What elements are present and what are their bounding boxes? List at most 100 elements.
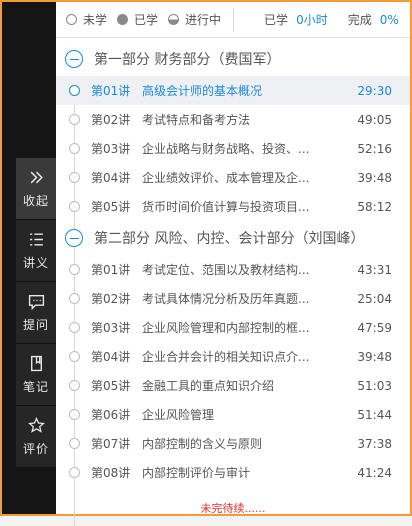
progress-circle-icon: [69, 351, 80, 362]
progress-circle-icon: [69, 172, 80, 183]
rate-label: 评价: [22, 441, 49, 456]
lecture-title: 企业战略与财务战略、投资、...: [142, 142, 310, 156]
progress-circle-icon: [69, 143, 80, 154]
lecture-number: 第05讲: [91, 379, 131, 393]
learned-time-value: 0小时: [296, 13, 328, 27]
lecture-row[interactable]: 第01讲 考试定位、范围以及教材结构... 43:31: [56, 255, 410, 284]
lecture-number: 第03讲: [91, 142, 131, 156]
lecture-duration: 52:16: [357, 141, 392, 156]
progress-circle-icon: [69, 85, 80, 96]
progress-circle-icon: [69, 293, 80, 304]
lecture-title: 金融工具的重点知识介绍: [142, 379, 275, 393]
divider: [233, 7, 235, 32]
lecture-duration: 39:48: [357, 349, 392, 364]
lecture-number: 第08讲: [91, 466, 131, 480]
lecture-row[interactable]: 第04讲 企业合并会计的相关知识点介... 39:48: [56, 342, 410, 371]
side-toolbar: 收起 讲义 提问 笔记 评价: [16, 158, 56, 468]
legend-learned: 已学: [117, 11, 158, 28]
lecture-number: 第02讲: [91, 292, 131, 306]
lecture-row[interactable]: 第01讲 高级会计师的基本概况 29:30: [56, 76, 410, 105]
lecture-title: 内部控制的含义与原则: [142, 437, 263, 451]
progress-circle-icon: [69, 322, 80, 333]
list-icon: [29, 232, 43, 246]
lecture-row[interactable]: 第02讲 考试具体情况分析及历年真题... 25:04: [56, 284, 410, 313]
lecture-title: 内部控制评价与审计: [142, 466, 251, 480]
half-circle-icon: [168, 14, 180, 25]
lecture-number: 第01讲: [91, 263, 131, 277]
lecture-notes-label: 讲义: [22, 255, 49, 270]
progress-circle-icon: [69, 114, 80, 125]
section-header[interactable]: 第一部分 财务部分（费国军）: [56, 42, 410, 76]
ask-question-button[interactable]: 提问: [16, 282, 56, 344]
legend-in-progress: 进行中: [168, 11, 221, 28]
legend-not-learned: 未学: [66, 11, 107, 28]
completion-value: 0%: [379, 12, 399, 27]
lecture-number: 第07讲: [91, 437, 131, 451]
note-icon: [30, 355, 42, 371]
lecture-notes-button[interactable]: 讲义: [16, 220, 56, 282]
collapse-section-icon[interactable]: [65, 50, 83, 68]
progress-circle-icon: [69, 201, 80, 212]
notes-button[interactable]: 笔记: [16, 344, 56, 406]
rate-button[interactable]: 评价: [16, 406, 56, 468]
lecture-title: 企业合并会计的相关知识点介...: [142, 350, 310, 364]
lecture-duration: 49:05: [357, 112, 392, 127]
left-sidebar: 收起 讲义 提问 笔记 评价: [2, 2, 56, 514]
lecture-list: 第一部分 财务部分（费国军） 第01讲 高级会计师的基本概况 29:30 第02…: [56, 38, 410, 526]
lecture-title: 考试具体情况分析及历年真题...: [142, 292, 310, 306]
lecture-duration: 25:04: [357, 291, 392, 306]
lecture-number: 第02讲: [91, 113, 131, 127]
progress-circle-icon: [69, 467, 80, 478]
lecture-number: 第05讲: [91, 200, 131, 214]
legend-label: 进行中: [185, 13, 222, 27]
completion-label: 完成: [347, 13, 372, 27]
lecture-row[interactable]: 第03讲 企业风险管理和内部控制的框... 47:59: [56, 313, 410, 342]
to-be-continued-note: 未完待续......: [200, 502, 266, 515]
collapse-button[interactable]: 收起: [16, 158, 56, 220]
star-icon: [27, 416, 45, 433]
filled-circle-icon: [117, 14, 129, 25]
lecture-duration: 51:44: [357, 407, 392, 422]
lecture-row[interactable]: 第02讲 考试特点和备考方法 49:05: [56, 105, 410, 134]
lecture-title: 企业风险管理和内部控制的框...: [142, 321, 310, 335]
ask-question-label: 提问: [22, 317, 49, 332]
progress-circle-icon: [69, 264, 80, 275]
lecture-row[interactable]: 第06讲 企业风险管理 51:44: [56, 400, 410, 429]
lecture-number: 第04讲: [91, 350, 131, 364]
lecture-row[interactable]: 第05讲 货币时间价值计算与投资项目... 58:12: [56, 192, 410, 221]
collapse-label: 收起: [22, 193, 49, 208]
lecture-duration: 58:12: [357, 199, 392, 214]
lecture-row[interactable]: 第07讲 内部控制的含义与原则 37:38: [56, 429, 410, 458]
learned-time-label: 已学: [264, 13, 289, 27]
lecture-duration: 43:31: [357, 262, 392, 277]
lecture-duration: 41:24: [357, 465, 392, 480]
section-title: 第二部分 风险、内控、会计部分（刘国峰）: [94, 231, 365, 247]
empty-circle-icon: [66, 14, 77, 25]
section-header[interactable]: 第二部分 风险、内控、会计部分（刘国峰）: [56, 221, 410, 255]
collapse-section-icon[interactable]: [65, 229, 83, 247]
progress-status-bar: 未学 已学 进行中 已学 0小时 完成 0%: [56, 2, 410, 38]
legend-label: 未学: [83, 13, 108, 27]
lecture-duration: 47:59: [357, 320, 392, 335]
lecture-duration: 39:48: [357, 170, 392, 185]
lecture-number: 第06讲: [91, 408, 131, 422]
lecture-title: 货币时间价值计算与投资项目...: [142, 200, 310, 214]
lecture-title: 考试定位、范围以及教材结构...: [142, 263, 310, 277]
lecture-number: 第04讲: [91, 171, 131, 185]
progress-circle-icon: [69, 380, 80, 391]
lecture-row[interactable]: 第04讲 企业绩效评价、成本管理及企... 39:48: [56, 163, 410, 192]
progress-circle-icon: [69, 409, 80, 420]
section-title: 第一部分 财务部分（费国军）: [94, 52, 281, 68]
lecture-title: 企业绩效评价、成本管理及企...: [142, 171, 310, 185]
course-catalog-window: 收起 讲义 提问 笔记 评价 未学 已学 进行中 已学 0小时 完成 0% 第一…: [0, 0, 412, 526]
lecture-duration: 37:38: [357, 436, 392, 451]
lecture-row[interactable]: 第05讲 金融工具的重点知识介绍 51:03: [56, 371, 410, 400]
lecture-row[interactable]: 第08讲 内部控制评价与审计 41:24: [56, 458, 410, 487]
lecture-duration: 29:30: [357, 83, 392, 98]
lecture-row[interactable]: 第03讲 企业战略与财务战略、投资、... 52:16: [56, 134, 410, 163]
progress-circle-icon: [69, 438, 80, 449]
notes-label: 笔记: [22, 379, 49, 394]
comment-icon: [28, 294, 44, 310]
lecture-number: 第03讲: [91, 321, 131, 335]
catalog-panel: 未学 已学 进行中 已学 0小时 完成 0% 第一部分 财务部分（费国军） 第0…: [56, 2, 410, 526]
